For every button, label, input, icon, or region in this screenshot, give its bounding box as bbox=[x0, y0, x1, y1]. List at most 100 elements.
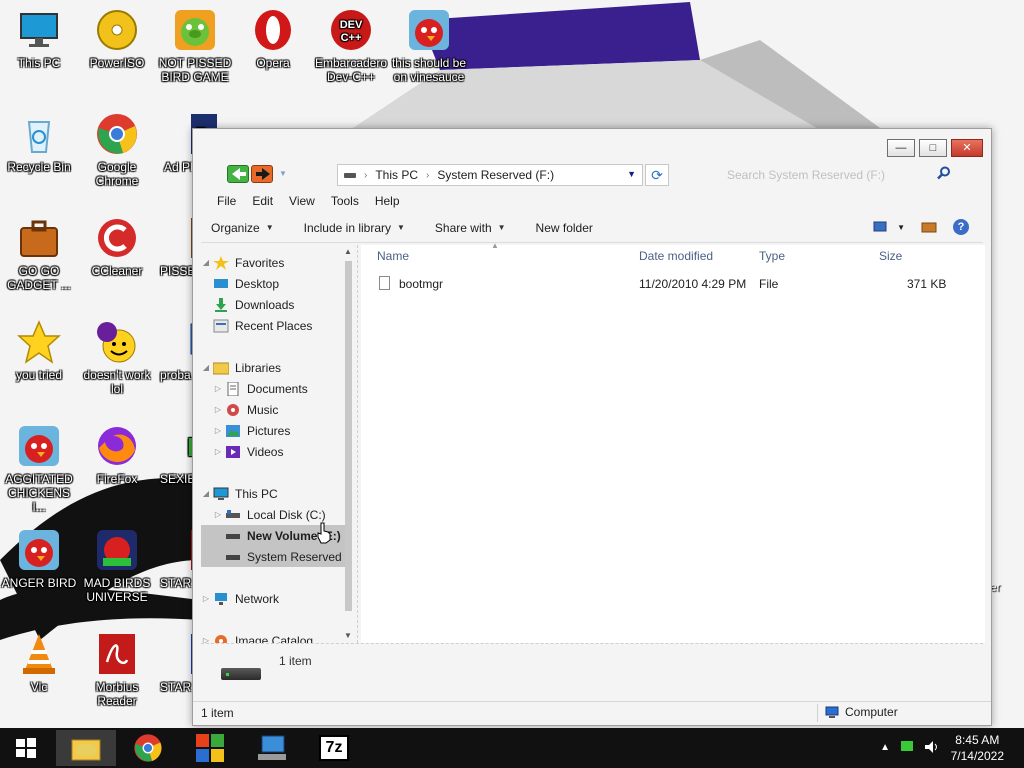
close-button[interactable]: ✕ bbox=[951, 139, 983, 157]
desktop-icon-go-go-gadget[interactable]: GO GO GADGET ... bbox=[0, 216, 78, 292]
expand-chevron-icon[interactable]: ▷ bbox=[213, 426, 223, 435]
title-bar[interactable]: — □ ✕ bbox=[193, 129, 991, 161]
desktop-icon-vinesauce[interactable]: this should be on vinesauce bbox=[390, 8, 468, 84]
help-icon[interactable]: ? bbox=[953, 219, 969, 235]
taskbar-network-app[interactable] bbox=[242, 730, 302, 766]
desktop-icon-anger-bird[interactable]: ANGER BIRD bbox=[0, 528, 78, 590]
recent-locations-dropdown[interactable]: ▼ bbox=[279, 169, 287, 178]
breadcrumb-this-pc[interactable]: This PC bbox=[375, 168, 418, 182]
desktop-icon-you-tried[interactable]: you tried bbox=[0, 320, 78, 382]
show-hidden-icons-icon[interactable]: ▲ bbox=[880, 742, 890, 753]
scrollbar-thumb[interactable] bbox=[345, 261, 352, 611]
desktop-icon-ccleaner[interactable]: CCleaner bbox=[78, 216, 156, 278]
refresh-button[interactable]: ⟳ bbox=[645, 164, 669, 186]
arrow-right-icon bbox=[256, 168, 270, 180]
monitor-icon bbox=[213, 487, 229, 501]
minimize-button[interactable]: — bbox=[887, 139, 915, 157]
desktop-icon-label: ANGER BIRD bbox=[1, 576, 77, 590]
preview-pane-icon[interactable] bbox=[921, 221, 937, 233]
nav-videos[interactable]: ▷ Videos bbox=[201, 441, 345, 462]
column-date-modified[interactable]: Date modified bbox=[639, 249, 713, 263]
back-button[interactable] bbox=[227, 165, 249, 183]
taskbar-windows-app[interactable] bbox=[180, 730, 240, 766]
desktop-icon-dev-cpp[interactable]: DEV C++ Embarcadero Dev-C++ bbox=[312, 8, 390, 84]
collapse-chevron-icon[interactable]: ◢ bbox=[201, 489, 211, 498]
expand-chevron-icon[interactable]: ▷ bbox=[213, 384, 223, 393]
scroll-up-icon[interactable]: ▲ bbox=[343, 247, 353, 256]
desktop-icon-poweriso[interactable]: PowerISO bbox=[78, 8, 156, 70]
desktop-icon-opera[interactable]: Opera bbox=[234, 8, 312, 70]
download-arrow-icon bbox=[213, 297, 229, 312]
windows-logo-icon bbox=[16, 738, 36, 758]
forward-button[interactable] bbox=[251, 165, 273, 183]
view-options-button[interactable]: ▼ bbox=[873, 221, 905, 233]
expand-chevron-icon[interactable]: ▷ bbox=[201, 594, 211, 603]
collapse-chevron-icon[interactable]: ◢ bbox=[201, 363, 211, 372]
desktop-icon-mad-birds-universe[interactable]: MAD BIRDS UNIVERSE bbox=[78, 528, 156, 604]
menu-edit[interactable]: Edit bbox=[244, 191, 281, 213]
desktop-icon-aggitated-chickens[interactable]: AGGITATED CHICKENS I... bbox=[0, 424, 78, 514]
nav-libraries[interactable]: ◢ Libraries bbox=[201, 357, 345, 378]
menu-tools[interactable]: Tools bbox=[323, 191, 367, 213]
yahoo-messenger-icon bbox=[95, 320, 139, 364]
taskbar-file-explorer[interactable] bbox=[56, 730, 116, 766]
file-row[interactable]: bootmgr 11/20/2010 4:29 PM File 371 KB bbox=[361, 273, 961, 295]
expand-chevron-icon[interactable]: ▷ bbox=[213, 447, 223, 456]
nav-downloads[interactable]: Downloads bbox=[201, 294, 345, 315]
expand-chevron-icon[interactable]: ▷ bbox=[201, 636, 211, 643]
network-status-icon[interactable] bbox=[900, 740, 914, 754]
column-type[interactable]: Type bbox=[759, 249, 785, 263]
taskbar-7zip[interactable]: 7z bbox=[304, 730, 364, 766]
nav-label: Network bbox=[235, 591, 280, 606]
search-icon[interactable] bbox=[937, 166, 951, 180]
desktop-icon-recycle-bin[interactable]: Recycle Bin bbox=[0, 112, 78, 174]
collapse-chevron-icon[interactable]: ◢ bbox=[201, 258, 211, 267]
taskbar-clock[interactable]: 8:45 AM 7/14/2022 bbox=[951, 732, 1004, 764]
column-name[interactable]: Name bbox=[377, 249, 409, 263]
desktop-icon-google-chrome[interactable]: Google Chrome bbox=[78, 112, 156, 188]
nav-image-catalog[interactable]: ▷ Image Catalog bbox=[201, 630, 345, 643]
briefcase-icon bbox=[17, 216, 61, 260]
nav-pane-scrollbar[interactable]: ▲ ▼ bbox=[343, 247, 353, 643]
taskbar-chrome[interactable] bbox=[118, 730, 178, 766]
nav-music[interactable]: ▷ Music bbox=[201, 399, 345, 420]
start-button[interactable] bbox=[0, 730, 52, 766]
new-folder-button[interactable]: New folder bbox=[536, 221, 593, 235]
menu-view[interactable]: View bbox=[281, 191, 323, 213]
desktop-icon-doesnt-work[interactable]: doesn't work lol bbox=[78, 320, 156, 396]
share-with-button[interactable]: Share with ▼ bbox=[435, 221, 506, 235]
include-label: Include in library bbox=[303, 220, 391, 235]
expand-chevron-icon[interactable]: ▷ bbox=[213, 510, 223, 519]
drive-icon bbox=[344, 172, 356, 178]
nav-this-pc[interactable]: ◢ This PC bbox=[201, 483, 345, 504]
nav-recent-places[interactable]: Recent Places bbox=[201, 315, 345, 336]
address-dropdown-icon[interactable]: ▼ bbox=[627, 169, 636, 179]
nav-pictures[interactable]: ▷ Pictures bbox=[201, 420, 345, 441]
address-bar[interactable]: › This PC › System Reserved (F:) ▼ bbox=[337, 164, 643, 186]
organize-button[interactable]: Organize ▼ bbox=[211, 221, 274, 235]
scroll-down-icon[interactable]: ▼ bbox=[343, 631, 353, 640]
view-icon bbox=[873, 221, 887, 232]
opera-icon bbox=[251, 8, 295, 52]
breadcrumb-system-reserved[interactable]: System Reserved (F:) bbox=[437, 168, 554, 182]
desktop-icon-vlc[interactable]: Vlc bbox=[0, 632, 78, 694]
pane-divider[interactable] bbox=[357, 245, 358, 643]
desktop-icon-this-pc[interactable]: This PC bbox=[0, 8, 78, 70]
nav-documents[interactable]: ▷ Documents bbox=[201, 378, 345, 399]
menu-help[interactable]: Help bbox=[367, 191, 408, 213]
nav-network[interactable]: ▷ Network bbox=[201, 588, 345, 609]
menu-file[interactable]: File bbox=[209, 191, 244, 213]
desktop-icon-morbius-reader[interactable]: Morbius Reader bbox=[78, 632, 156, 708]
desktop-icon-not-pissed-bird-game[interactable]: NOT PISSED BIRD GAME bbox=[156, 8, 234, 84]
refresh-icon: ⟳ bbox=[651, 167, 663, 183]
nav-desktop[interactable]: Desktop bbox=[201, 273, 345, 294]
nav-favorites[interactable]: ◢ Favorites bbox=[201, 252, 345, 273]
include-in-library-button[interactable]: Include in library ▼ bbox=[304, 221, 405, 235]
volume-icon[interactable] bbox=[924, 740, 940, 754]
nav-system-reserved-f[interactable]: System Reserved bbox=[201, 546, 345, 567]
monitor-icon bbox=[17, 8, 61, 52]
maximize-button[interactable]: □ bbox=[919, 139, 947, 157]
column-size[interactable]: Size bbox=[879, 249, 902, 263]
expand-chevron-icon[interactable]: ▷ bbox=[213, 405, 223, 414]
desktop-icon-firefox[interactable]: FireFox bbox=[78, 424, 156, 486]
